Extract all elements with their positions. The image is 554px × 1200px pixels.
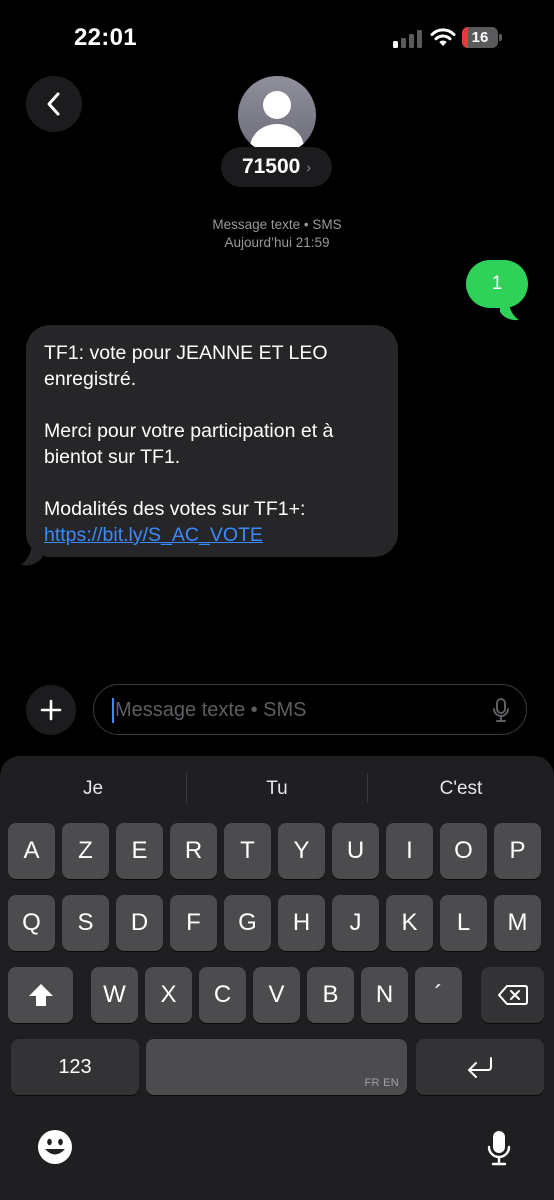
add-attachment-button[interactable] — [26, 685, 76, 735]
shift-icon — [28, 984, 53, 1006]
message-timestamp: Aujourd’hui 21:59 — [224, 235, 330, 250]
message-type-label: Message texte • SMS — [212, 217, 342, 232]
keyboard-language-label: FR EN — [364, 1077, 399, 1089]
chevron-left-icon — [47, 92, 60, 116]
conversation-meta: Message texte • SMS Aujourd’hui 21:59 — [0, 216, 554, 252]
person-silhouette-icon — [250, 91, 304, 154]
key-f[interactable]: F — [170, 895, 217, 951]
key-b[interactable]: B — [307, 967, 354, 1023]
space-bar[interactable]: FR EN — [146, 1039, 407, 1095]
contact-name: 71500 — [241, 155, 301, 178]
key-g[interactable]: G — [224, 895, 271, 951]
key-c[interactable]: C — [199, 967, 246, 1023]
delete-key[interactable] — [481, 967, 544, 1023]
key-u[interactable]: U — [332, 823, 379, 879]
key-v[interactable]: V — [253, 967, 300, 1023]
key-d[interactable]: D — [116, 895, 163, 951]
key-m[interactable]: M — [494, 895, 541, 951]
key-t[interactable]: T — [224, 823, 271, 879]
message-input[interactable]: Message texte • SMS — [93, 684, 527, 735]
chevron-right-icon: › — [306, 159, 312, 175]
key-j[interactable]: J — [332, 895, 379, 951]
microphone-icon[interactable] — [492, 697, 510, 723]
key-acute-accent[interactable]: ´ — [415, 967, 462, 1023]
message-link[interactable]: https://bit.ly/S_AC_VOTE — [44, 524, 263, 546]
received-message-bubble[interactable]: TF1: vote pour JEANNE ET LEO enregistré.… — [26, 325, 398, 557]
suggestion-2[interactable]: Tu — [187, 774, 367, 804]
backspace-icon — [497, 985, 528, 1005]
contact-avatar[interactable] — [238, 76, 316, 154]
key-o[interactable]: O — [440, 823, 487, 879]
key-x[interactable]: X — [145, 967, 192, 1023]
contact-name-button[interactable]: 71500 › — [221, 147, 332, 187]
dictation-icon[interactable] — [486, 1129, 512, 1167]
key-q[interactable]: Q — [8, 895, 55, 951]
back-button[interactable] — [26, 76, 82, 132]
return-key[interactable] — [416, 1039, 544, 1095]
key-s[interactable]: S — [62, 895, 109, 951]
keyboard: Je Tu C'est A Z E R T Y U I O P Q S D F … — [0, 756, 554, 1200]
battery-icon: 16 — [462, 27, 502, 48]
shift-key[interactable] — [8, 967, 73, 1023]
text-cursor — [112, 698, 114, 723]
message-paragraph: Modalités des votes sur TF1+: — [44, 498, 306, 520]
key-r[interactable]: R — [170, 823, 217, 879]
key-z[interactable]: Z — [62, 823, 109, 879]
message-paragraph: Merci pour votre participation et à bien… — [44, 420, 334, 468]
key-w[interactable]: W — [91, 967, 138, 1023]
cellular-signal-icon — [393, 28, 423, 48]
sent-message-text: 1 — [491, 273, 503, 294]
message-input-placeholder: Message texte • SMS — [115, 699, 307, 721]
key-h[interactable]: H — [278, 895, 325, 951]
wifi-icon — [430, 28, 456, 46]
key-y[interactable]: Y — [278, 823, 325, 879]
key-k[interactable]: K — [386, 895, 433, 951]
key-l[interactable]: L — [440, 895, 487, 951]
key-p[interactable]: P — [494, 823, 541, 879]
suggestion-3[interactable]: C'est — [368, 774, 554, 804]
numbers-key[interactable]: 123 — [11, 1039, 139, 1095]
return-icon — [468, 1057, 492, 1078]
suggestion-1[interactable]: Je — [0, 774, 186, 804]
key-n[interactable]: N — [361, 967, 408, 1023]
key-e[interactable]: E — [116, 823, 163, 879]
message-paragraph: TF1: vote pour JEANNE ET LEO enregistré. — [44, 342, 328, 390]
status-time: 22:01 — [74, 24, 137, 51]
emoji-icon[interactable] — [37, 1129, 73, 1165]
key-a[interactable]: A — [8, 823, 55, 879]
plus-icon — [40, 699, 62, 721]
sent-bubble-tail — [500, 300, 519, 321]
battery-level: 16 — [471, 29, 489, 46]
key-i[interactable]: I — [386, 823, 433, 879]
